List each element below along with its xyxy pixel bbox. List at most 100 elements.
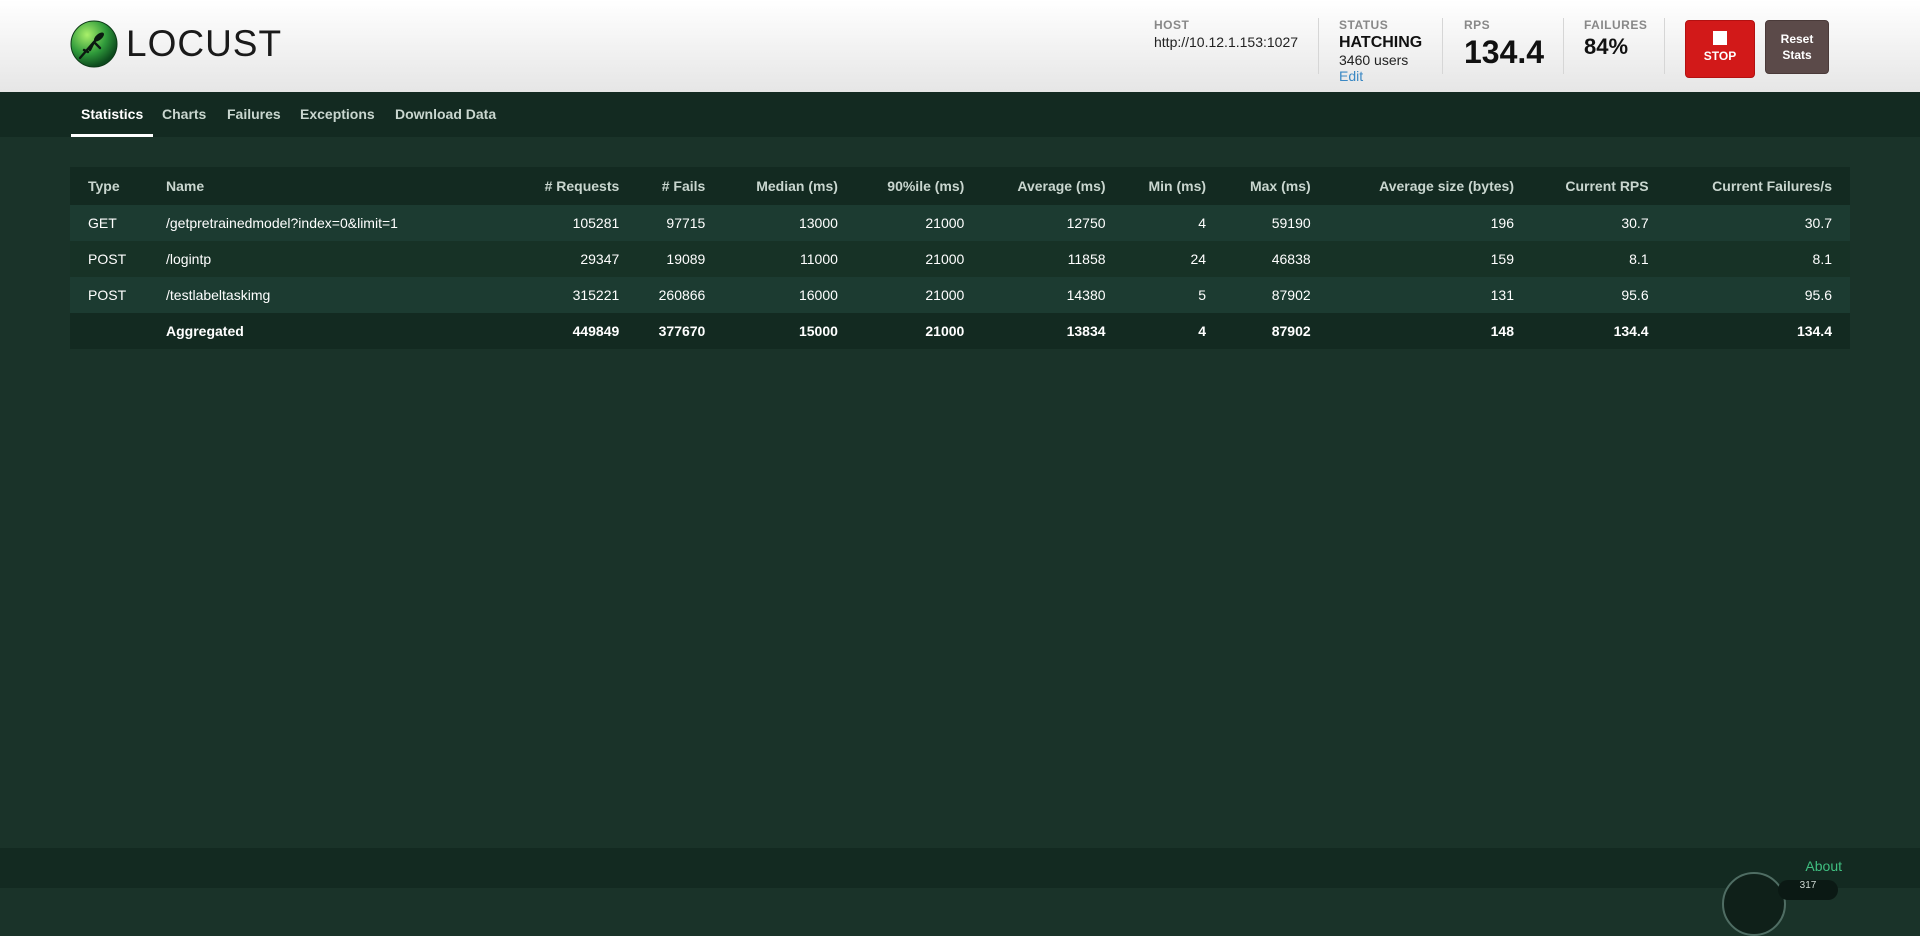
reset-stats-button[interactable]: Reset Stats — [1765, 20, 1829, 74]
col-current-rps[interactable]: Current RPS — [1532, 167, 1667, 205]
cell-current-rps: 8.1 — [1629, 251, 1649, 267]
cell-current-rps: 95.6 — [1621, 287, 1649, 303]
tab-download-data[interactable]: Download Data — [395, 92, 496, 137]
cell-average: 11858 — [1067, 251, 1106, 267]
cell-name: /logintp — [166, 251, 212, 267]
cell-max: 46838 — [1271, 251, 1311, 267]
cell-type: GET — [88, 215, 117, 231]
col-max[interactable]: Max (ms) — [1224, 167, 1329, 205]
cell-type: POST — [88, 287, 127, 303]
cell-current-failures: 134.4 — [1796, 323, 1832, 339]
cell-requests: 29347 — [580, 251, 620, 267]
cell-average: 12750 — [1066, 215, 1106, 231]
failures-label: FAILURES — [1584, 18, 1648, 32]
col-type[interactable]: Type — [70, 167, 166, 205]
rps-value: 134.4 — [1464, 34, 1545, 70]
col-current-failures[interactable]: Current Failures/s — [1667, 167, 1850, 205]
cell-median: 11000 — [800, 251, 838, 267]
stats-header-row: Type Name # Requests # Fails Median (ms)… — [70, 167, 1850, 205]
divider — [1442, 18, 1443, 74]
edit-link[interactable]: Edit — [1339, 68, 1422, 84]
cell-current-failures: 95.6 — [1804, 287, 1832, 303]
cell-current-rps: 134.4 — [1613, 323, 1649, 339]
cell-max: 59190 — [1271, 215, 1311, 231]
stop-button[interactable]: STOP — [1685, 20, 1755, 78]
table-row: POST /logintp 29347 19089 11000 21000 11… — [70, 241, 1850, 277]
host-label: HOST — [1154, 18, 1190, 32]
cell-requests: 105281 — [572, 215, 620, 231]
cell-name: Aggregated — [166, 323, 244, 339]
status-users: 3460 users — [1339, 52, 1409, 68]
cell-max: 87902 — [1271, 287, 1311, 303]
rps-box: RPS 134.4 — [1464, 18, 1544, 71]
cell-fails: 97715 — [666, 215, 706, 231]
about-link[interactable]: About — [1805, 858, 1842, 874]
cell-min: 24 — [1190, 251, 1207, 267]
cell-90ile: 21000 — [925, 323, 965, 339]
col-fails[interactable]: # Fails — [637, 167, 723, 205]
gauge-readout: 317 — [1778, 880, 1838, 900]
aggregated-row: Aggregated 449849 377670 15000 21000 138… — [70, 313, 1850, 349]
tab-statistics[interactable]: Statistics — [70, 92, 154, 137]
stats-table-container: Type Name # Requests # Fails Median (ms)… — [70, 167, 1850, 349]
cell-current-failures: 30.7 — [1804, 215, 1832, 231]
failures-value: 84% — [1584, 34, 1629, 59]
col-average[interactable]: Average (ms) — [982, 167, 1123, 205]
host-value: http://10.12.1.153:1027 — [1154, 34, 1299, 50]
rps-label: RPS — [1464, 18, 1491, 32]
cell-avg-size: 196 — [1490, 215, 1514, 231]
tab-exceptions[interactable]: Exceptions — [300, 92, 375, 137]
divider — [1318, 18, 1319, 74]
cell-requests: 449849 — [572, 323, 620, 339]
status-value: HATCHING — [1339, 34, 1423, 51]
col-90ile[interactable]: 90%ile (ms) — [856, 167, 982, 205]
cell-fails: 19089 — [666, 251, 706, 267]
cell-avg-size: 131 — [1490, 287, 1514, 303]
divider — [1563, 18, 1564, 74]
status-label: STATUS — [1339, 18, 1389, 32]
col-requests[interactable]: # Requests — [514, 167, 637, 205]
cell-avg-size: 159 — [1490, 251, 1514, 267]
cell-avg-size: 148 — [1490, 323, 1514, 339]
header: LOCUST HOST http://10.12.1.153:1027 STAT… — [0, 0, 1920, 92]
cell-median: 13000 — [798, 215, 838, 231]
locust-logo-icon — [70, 20, 118, 68]
footer: About — [0, 848, 1920, 888]
cell-current-failures: 8.1 — [1812, 251, 1832, 267]
cell-90ile: 21000 — [925, 215, 965, 231]
cell-fails: 377670 — [658, 323, 706, 339]
cell-min: 4 — [1198, 323, 1207, 339]
logo-text: LOCUST — [126, 23, 283, 64]
cell-average: 14380 — [1066, 287, 1106, 303]
cell-median: 16000 — [798, 287, 838, 303]
cell-min: 4 — [1198, 215, 1207, 231]
col-median[interactable]: Median (ms) — [723, 167, 856, 205]
table-row: GET /getpretrainedmodel?index=0&limit=1 … — [70, 205, 1850, 241]
gauge-widget — [1722, 872, 1786, 936]
cell-max: 87902 — [1271, 323, 1311, 339]
tab-charts[interactable]: Charts — [162, 92, 206, 137]
logo: LOCUST — [70, 20, 282, 68]
stats-table: Type Name # Requests # Fails Median (ms)… — [70, 167, 1850, 349]
reset-label: Reset — [1780, 32, 1814, 46]
cell-name: /testlabeltaskimg — [166, 287, 271, 303]
cell-90ile: 21000 — [925, 251, 965, 267]
cell-current-rps: 30.7 — [1621, 215, 1649, 231]
stop-label: STOP — [1703, 49, 1737, 63]
cell-average: 13834 — [1066, 323, 1106, 339]
col-min[interactable]: Min (ms) — [1124, 167, 1224, 205]
table-row: POST /testlabeltaskimg 315221 260866 160… — [70, 277, 1850, 313]
main-nav: Statistics Charts Failures Exceptions Do… — [0, 92, 1920, 137]
tab-failures[interactable]: Failures — [227, 92, 281, 137]
cell-median: 15000 — [798, 323, 838, 339]
cell-fails: 260866 — [658, 287, 706, 303]
cell-requests: 315221 — [572, 287, 620, 303]
cell-name: /getpretrainedmodel?index=0&limit=1 — [166, 215, 398, 231]
failures-box: FAILURES 84% — [1584, 18, 1647, 60]
col-avg-size[interactable]: Average size (bytes) — [1329, 167, 1532, 205]
stats-label: Stats — [1782, 48, 1812, 62]
status-box: STATUS HATCHING 3460 users Edit — [1339, 18, 1422, 84]
divider — [1664, 18, 1665, 74]
col-name[interactable]: Name — [166, 167, 514, 205]
cell-type: POST — [88, 251, 127, 267]
